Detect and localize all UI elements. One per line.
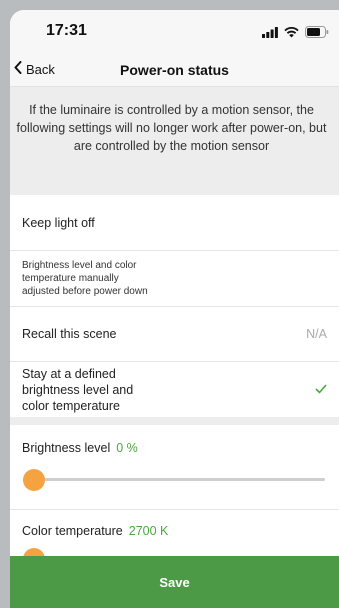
wifi-icon: [284, 25, 299, 43]
page-title: Power-on status: [120, 62, 229, 78]
option-label-line: temperature manually: [22, 273, 119, 284]
brightness-slider-knob[interactable]: [23, 469, 45, 491]
option-label: Recall this scene: [22, 327, 117, 341]
option-label: Brightness level and color temperature m…: [22, 259, 148, 298]
save-button[interactable]: Save: [10, 556, 339, 608]
option-manual-adjusted[interactable]: Brightness level and color temperature m…: [10, 251, 339, 307]
signal-icon: [262, 25, 278, 43]
color-temp-value: 2700 K: [128, 524, 169, 538]
power-on-options: Keep light off Brightness level and colo…: [10, 195, 339, 417]
brightness-label-row: Brightness level 0 %: [22, 441, 138, 455]
navigation-bar: Back Power-on status: [10, 58, 339, 87]
option-label-line: adjusted before power down: [22, 286, 148, 297]
brightness-slider-track[interactable]: [28, 478, 325, 481]
status-icons: [262, 25, 329, 43]
color-temp-label-row: Color temperature 2700 K: [22, 524, 168, 538]
option-recall-scene[interactable]: Recall this scene N/A: [10, 307, 339, 362]
info-line: If the luminaire is controlled by a moti…: [29, 103, 314, 117]
info-line: following settings will no longer work a…: [16, 121, 327, 135]
option-label: Stay at a defined brightness level and c…: [22, 366, 133, 414]
status-bar: 17:31: [10, 10, 339, 58]
checkmark-icon: [315, 381, 327, 399]
option-defined-level[interactable]: Stay at a defined brightness level and c…: [10, 362, 339, 417]
scene-value: N/A: [306, 327, 327, 341]
battery-icon: [305, 25, 329, 43]
brightness-value: 0 %: [116, 441, 138, 455]
option-keep-light-off[interactable]: Keep light off: [10, 195, 339, 251]
option-label-line: brightness level and: [22, 382, 134, 397]
status-time: 17:31: [46, 22, 87, 39]
option-label-line: Stay at a defined: [22, 366, 116, 381]
brightness-section: Brightness level 0 %: [10, 425, 339, 510]
option-label: Keep light off: [22, 215, 95, 230]
info-notice: If the luminaire is controlled by a moti…: [10, 87, 339, 195]
color-temp-label: Color temperature: [22, 524, 123, 538]
app-screen: 17:31 Back Power-on status If the lumina…: [10, 10, 339, 608]
option-label-line: color temperature: [22, 398, 120, 413]
info-line: are controlled by the motion sensor: [73, 139, 270, 153]
brightness-label: Brightness level: [22, 441, 111, 455]
section-divider: [10, 417, 339, 425]
option-label-line: Brightness level and color: [22, 260, 137, 271]
